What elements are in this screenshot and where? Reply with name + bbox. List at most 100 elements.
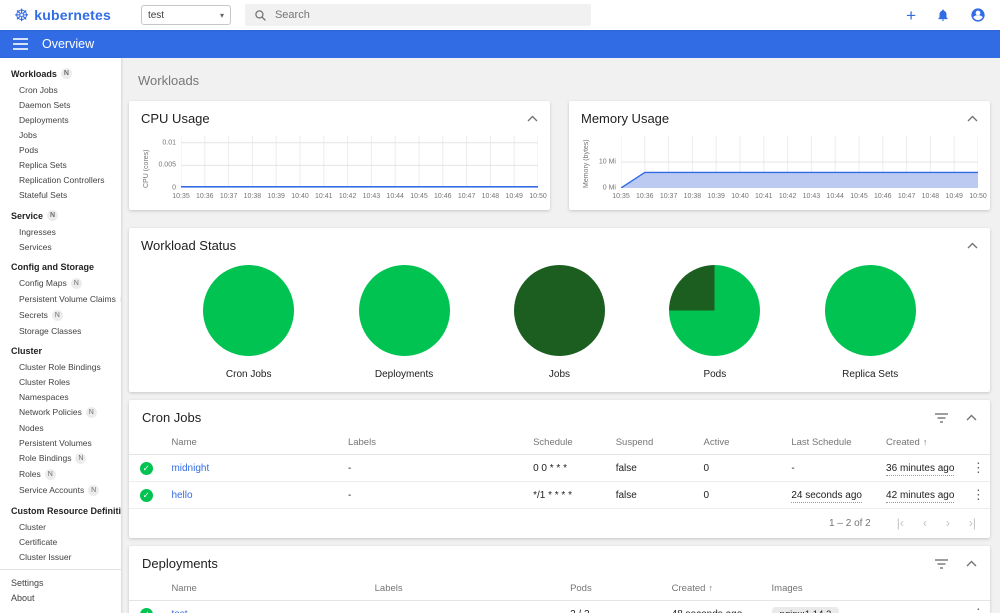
- search-input[interactable]: [274, 9, 582, 21]
- collapse-chevron-up-icon[interactable]: [966, 414, 977, 421]
- sidebar-header-custom-resource-definitions[interactable]: Custom Resource Definitions: [0, 503, 121, 519]
- sidebar-item-cron-jobs[interactable]: Cron Jobs: [0, 82, 121, 97]
- cell-status: ✓: [129, 454, 164, 482]
- x-tick-label: 10:48: [481, 193, 500, 200]
- sidebar-item-replica-sets[interactable]: Replica Sets: [0, 157, 121, 172]
- sidebar-header-service[interactable]: Service N: [0, 207, 121, 224]
- sidebar-item-storage-classes[interactable]: Storage Classes: [0, 323, 121, 338]
- sidebar-item-label: Secrets: [19, 310, 48, 320]
- sidebar-header-config-and-storage[interactable]: Config and Storage: [0, 259, 121, 275]
- pie-label: Jobs: [548, 369, 571, 380]
- resource-name-link[interactable]: hello: [171, 490, 192, 501]
- sidebar-item-secrets[interactable]: Secrets N: [0, 307, 121, 323]
- sidebar-group-cluster: Cluster Cluster Role Bindings Cluster Role…: [0, 343, 121, 498]
- column-header-label: Name: [171, 437, 197, 448]
- column-header-created[interactable]: Created ↑: [878, 431, 960, 455]
- sidebar-item-deployments[interactable]: Deployments: [0, 112, 121, 127]
- namespace-select[interactable]: test ▾: [140, 5, 231, 25]
- sidebar-item-ingresses[interactable]: Ingresses: [0, 224, 121, 239]
- row-actions-menu-icon[interactable]: ⋮: [968, 606, 989, 613]
- sidebar-item-label: Settings: [11, 577, 44, 588]
- sidebar-item-persistent-volume-claims[interactable]: Persistent Volume ClaimsN: [0, 291, 121, 307]
- namespaced-badge: N: [75, 452, 87, 464]
- sidebar-item-label: Deployments: [19, 114, 69, 125]
- sort-ascending-icon[interactable]: ↑: [923, 437, 928, 447]
- sidebar-item-jobs[interactable]: Jobs: [0, 127, 121, 142]
- cpu-usage-chart: CPU (cores) 0 0.005 0.01 10:35 10:36 10:37 10…: [141, 136, 547, 204]
- sidebar-item-cluster-role-bindings[interactable]: Cluster Role Bindings: [0, 359, 121, 374]
- resource-name-link[interactable]: test: [171, 609, 187, 613]
- collapse-chevron-up-icon[interactable]: [967, 242, 978, 249]
- pie-chart: [513, 265, 605, 356]
- column-header-label: Pods: [570, 583, 592, 594]
- sidebar-item-service-accounts[interactable]: Service Accounts N: [0, 482, 121, 498]
- sidebar-item-cluster-issuer[interactable]: Cluster Issuer: [0, 549, 121, 564]
- sidebar-nav: Workloads N Cron Jobs Daemon Sets Deployment…: [0, 65, 121, 564]
- hamburger-menu-icon[interactable]: [13, 38, 28, 50]
- row-actions-menu-icon[interactable]: ⋮: [968, 460, 989, 475]
- column-header-label: Schedule: [533, 437, 573, 448]
- sidebar-item-certificate[interactable]: Certificate: [0, 534, 121, 549]
- sidebar-item-role-bindings[interactable]: Role Bindings N: [0, 450, 121, 466]
- pie-chart: [203, 265, 295, 356]
- cell-labels: -: [366, 600, 563, 613]
- sidebar-item-replication-controllers[interactable]: Replication Controllers: [0, 172, 121, 187]
- sort-ascending-icon[interactable]: ↑: [708, 583, 713, 593]
- workload-status-pies: Cron Jobs Deployments Jobs Pods Replica Sets: [141, 253, 978, 382]
- cell-created: 42 minutes ago: [878, 481, 960, 509]
- sidebar-item-persistent-volumes[interactable]: Persistent Volumes: [0, 435, 121, 450]
- search-bar[interactable]: [244, 4, 591, 26]
- x-tick-label: 10:42: [778, 193, 797, 200]
- x-tick-label: 10:40: [731, 193, 749, 200]
- create-resource-icon[interactable]: +: [906, 7, 916, 24]
- cpu-usage-card: CPU Usage CPU (cores) 0 0.005 0.01 10:35 10…: [129, 101, 550, 210]
- filter-icon[interactable]: [935, 412, 948, 423]
- sidebar-item-nodes[interactable]: Nodes: [0, 420, 121, 435]
- column-header-created[interactable]: Created ↑: [663, 577, 764, 601]
- sidebar-item-pods[interactable]: Pods: [0, 142, 121, 157]
- last-page-icon[interactable]: ›|: [969, 516, 976, 530]
- kubernetes-logo-icon: ☸: [14, 5, 30, 25]
- pie-label: Pods: [703, 369, 727, 380]
- user-profile-icon[interactable]: [970, 7, 986, 23]
- sidebar-item-services[interactable]: Services: [0, 239, 121, 254]
- x-tick-label: 10:35: [172, 193, 190, 200]
- sidebar-item-stateful-sets[interactable]: Stateful Sets: [0, 187, 121, 202]
- workload-pie-cron-jobs: Cron Jobs: [203, 265, 295, 380]
- x-tick-label: 10:43: [362, 193, 381, 200]
- resource-name-link[interactable]: midnight: [171, 463, 209, 474]
- sidebar-header-workloads[interactable]: Workloads N: [0, 65, 121, 82]
- sidebar-item-label: Cluster Role Bindings: [19, 361, 101, 372]
- next-page-icon[interactable]: ›: [946, 516, 950, 530]
- topbar-actions: +: [906, 7, 986, 24]
- column-header-status: [129, 431, 164, 455]
- sidebar-item-cluster[interactable]: Cluster: [0, 519, 121, 534]
- page-title: Workloads: [138, 73, 200, 88]
- sidebar-header-cluster[interactable]: Cluster: [0, 343, 121, 359]
- sidebar-item-network-policies[interactable]: Network Policies N: [0, 404, 121, 420]
- sidebar-item-config-maps[interactable]: Config Maps N: [0, 275, 121, 291]
- row-actions-menu-icon[interactable]: ⋮: [968, 487, 989, 502]
- collapse-chevron-up-icon[interactable]: [966, 560, 977, 567]
- filter-icon[interactable]: [935, 558, 948, 569]
- sidebar-item-settings[interactable]: Settings: [0, 575, 121, 590]
- cell-status: ✓: [129, 600, 164, 613]
- notifications-bell-icon[interactable]: [936, 8, 950, 22]
- sidebar-item-namespaces[interactable]: Namespaces: [0, 389, 121, 404]
- cron-jobs-table: Name Labels Schedule Suspend Active Last Sche…: [129, 431, 990, 509]
- pagination-range-label: 1 – 2 of 2: [829, 517, 871, 529]
- sidebar-item-cluster-roles[interactable]: Cluster Roles: [0, 374, 121, 389]
- relative-time-text: 48 seconds ago: [671, 608, 743, 613]
- collapse-chevron-up-icon[interactable]: [527, 115, 538, 122]
- kubernetes-logo[interactable]: ☸ kubernetes: [14, 7, 111, 24]
- first-page-icon[interactable]: |‹: [897, 516, 904, 530]
- sidebar-item-roles[interactable]: Roles N: [0, 466, 121, 482]
- namespaced-badge: N: [88, 484, 100, 496]
- sidebar-item-daemon-sets[interactable]: Daemon Sets: [0, 97, 121, 112]
- sidebar-item-about[interactable]: About: [0, 590, 121, 605]
- prev-page-icon[interactable]: ‹: [923, 516, 927, 530]
- sidebar-item-label: Role Bindings: [19, 453, 72, 463]
- collapse-chevron-up-icon[interactable]: [967, 115, 978, 122]
- cron-jobs-title: Cron Jobs: [142, 410, 202, 425]
- x-tick-label: 10:40: [291, 193, 309, 200]
